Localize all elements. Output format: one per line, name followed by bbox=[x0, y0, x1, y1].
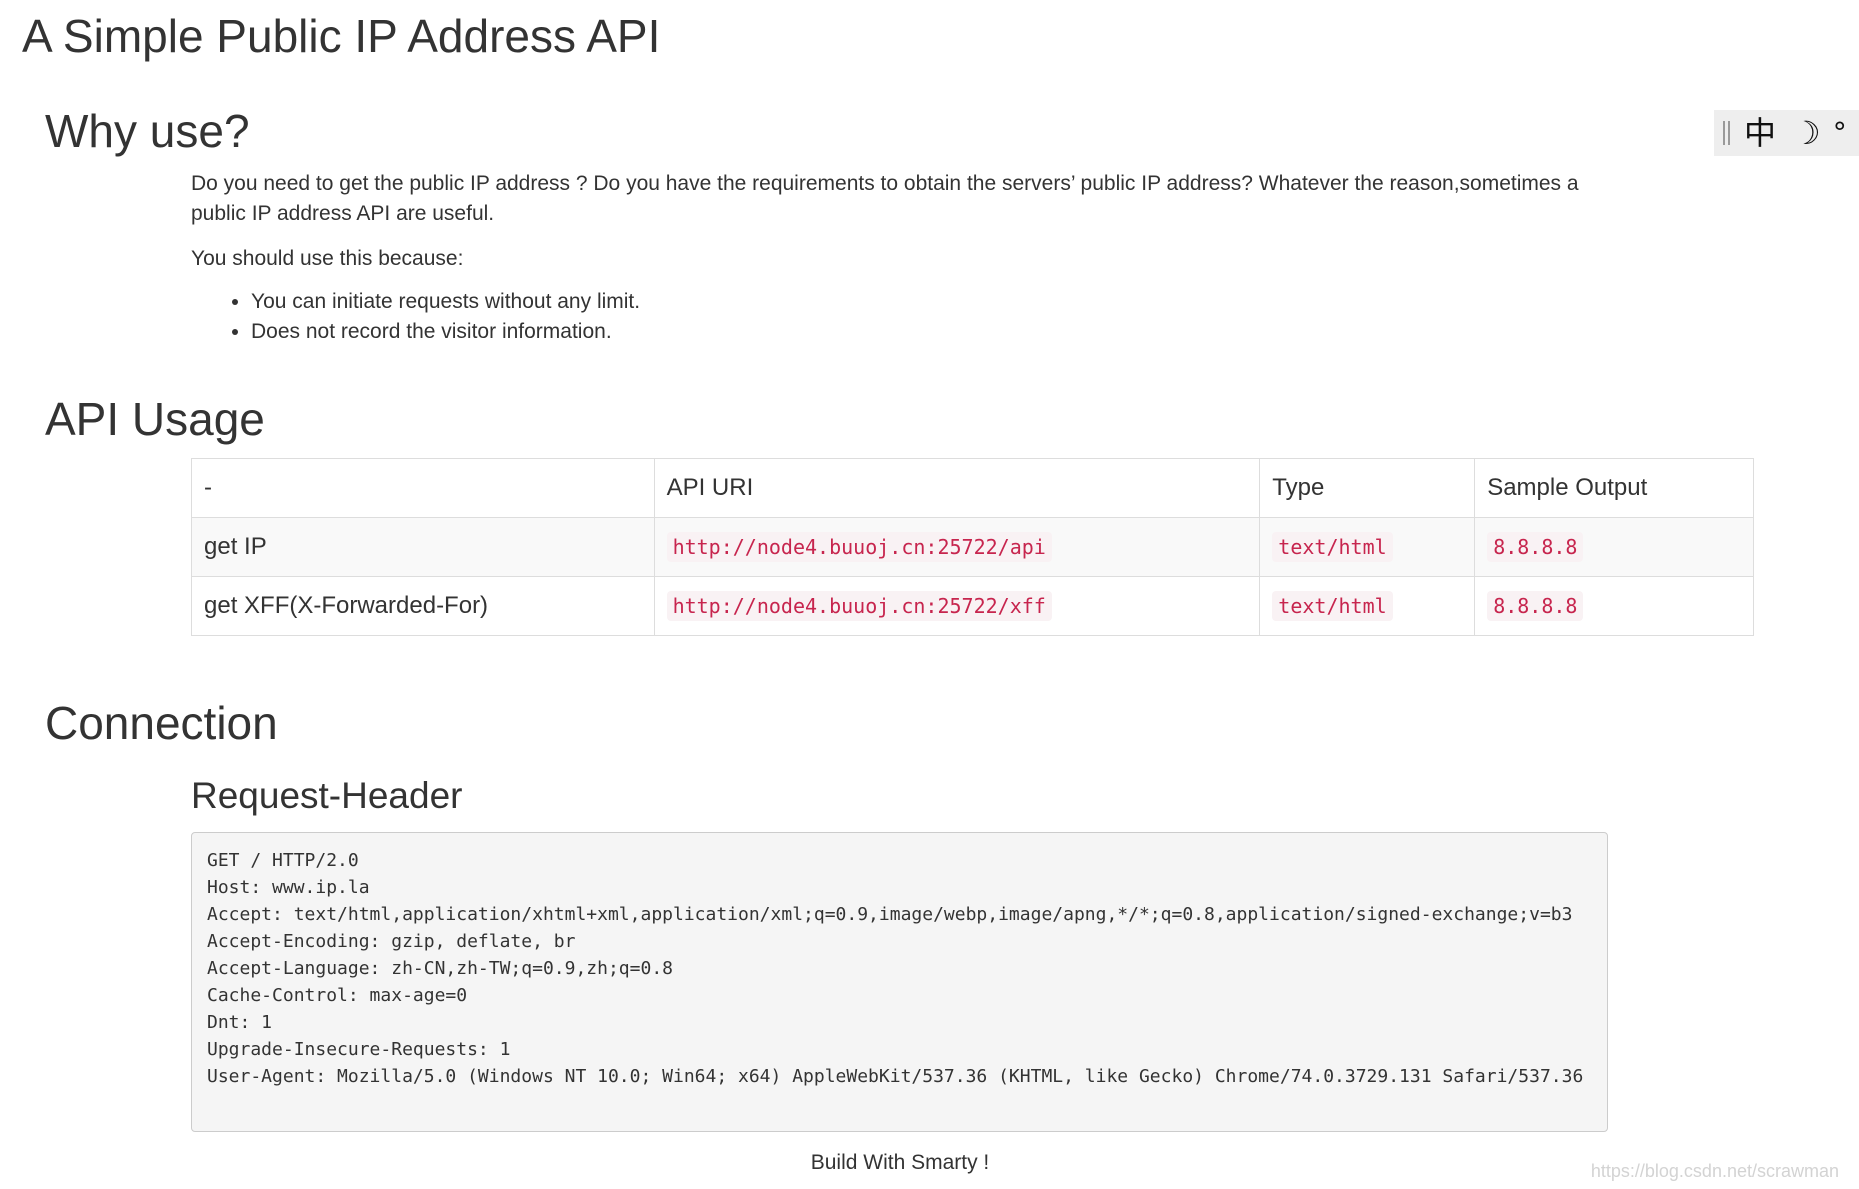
column-header: - bbox=[191, 458, 655, 518]
output-cell: 8.8.8.8 bbox=[1474, 517, 1754, 577]
sample-output-code: 8.8.8.8 bbox=[1487, 532, 1584, 562]
type-cell: text/html bbox=[1259, 576, 1476, 636]
footer-text: Build With Smarty ! bbox=[810, 1151, 990, 1174]
output-cell: 8.8.8.8 bbox=[1474, 576, 1754, 636]
row-name-cell: get XFF(X-Forwarded-For) bbox=[191, 576, 655, 636]
api-uri-code: http://node4.buuoj.cn:25722/xff bbox=[666, 591, 1052, 621]
column-header: Sample Output bbox=[1474, 458, 1754, 518]
type-code: text/html bbox=[1272, 591, 1393, 621]
header-line: Accept-Language: zh-CN,zh-TW;q=0.9,zh;q=… bbox=[207, 958, 673, 979]
uri-cell: http://node4.buuoj.cn:25722/xff bbox=[653, 576, 1261, 636]
sample-output-code: 8.8.8.8 bbox=[1487, 591, 1584, 621]
column-header: Type bbox=[1259, 458, 1476, 518]
api-usage-heading: API Usage bbox=[45, 393, 265, 445]
list-item: You can initiate requests without any li… bbox=[251, 287, 640, 317]
page-title: A Simple Public IP Address API bbox=[22, 10, 661, 62]
header-line: Accept: text/html,application/xhtml+xml,… bbox=[207, 904, 1573, 925]
why-because-text: You should use this because: bbox=[191, 247, 464, 270]
column-header: API URI bbox=[653, 458, 1261, 518]
request-header-block: GET / HTTP/2.0 Host: www.ip.la Accept: tex… bbox=[191, 832, 1608, 1132]
header-line: Dnt: 1 bbox=[207, 1012, 273, 1033]
list-item: Does not record the visitor information. bbox=[251, 317, 640, 347]
floating-toolbar: 中 ☽ ° bbox=[1714, 110, 1859, 156]
drag-handle-icon[interactable] bbox=[1723, 121, 1730, 145]
degree-icon[interactable]: ° bbox=[1833, 113, 1847, 153]
table-header-row: - API URI Type Sample Output bbox=[191, 458, 1754, 518]
table-row: get IP http://node4.buuoj.cn:25722/api t… bbox=[191, 517, 1754, 577]
table-row: get XFF(X-Forwarded-For) http://node4.bu… bbox=[191, 576, 1754, 636]
header-line: Accept-Encoding: gzip, deflate, br bbox=[207, 931, 576, 952]
header-line: Cache-Control: max-age=0 bbox=[207, 985, 468, 1006]
reasons-list: You can initiate requests without any li… bbox=[191, 287, 640, 347]
header-line: Upgrade-Insecure-Requests: 1 bbox=[207, 1039, 511, 1060]
header-line: Host: www.ip.la bbox=[207, 877, 370, 898]
language-toggle-button[interactable]: 中 bbox=[1744, 110, 1776, 156]
request-header-heading: Request-Header bbox=[191, 775, 463, 816]
why-intro-text: Do you need to get the public IP address… bbox=[191, 172, 1579, 225]
api-uri-code: http://node4.buuoj.cn:25722/api bbox=[666, 532, 1052, 562]
api-usage-table: - API URI Type Sample Output get IP http… bbox=[191, 458, 1754, 636]
connection-heading: Connection bbox=[45, 697, 278, 749]
type-cell: text/html bbox=[1259, 517, 1476, 577]
watermark-text: https://blog.csdn.net/scrawman bbox=[1590, 1161, 1839, 1181]
type-code: text/html bbox=[1272, 532, 1393, 562]
moon-icon[interactable]: ☽ bbox=[1792, 110, 1821, 156]
header-line: GET / HTTP/2.0 bbox=[207, 850, 359, 871]
why-use-heading: Why use? bbox=[45, 105, 250, 157]
row-name-cell: get IP bbox=[191, 517, 655, 577]
header-line: User-Agent: Mozilla/5.0 (Windows NT 10.0… bbox=[207, 1066, 1584, 1087]
uri-cell: http://node4.buuoj.cn:25722/api bbox=[653, 517, 1261, 577]
